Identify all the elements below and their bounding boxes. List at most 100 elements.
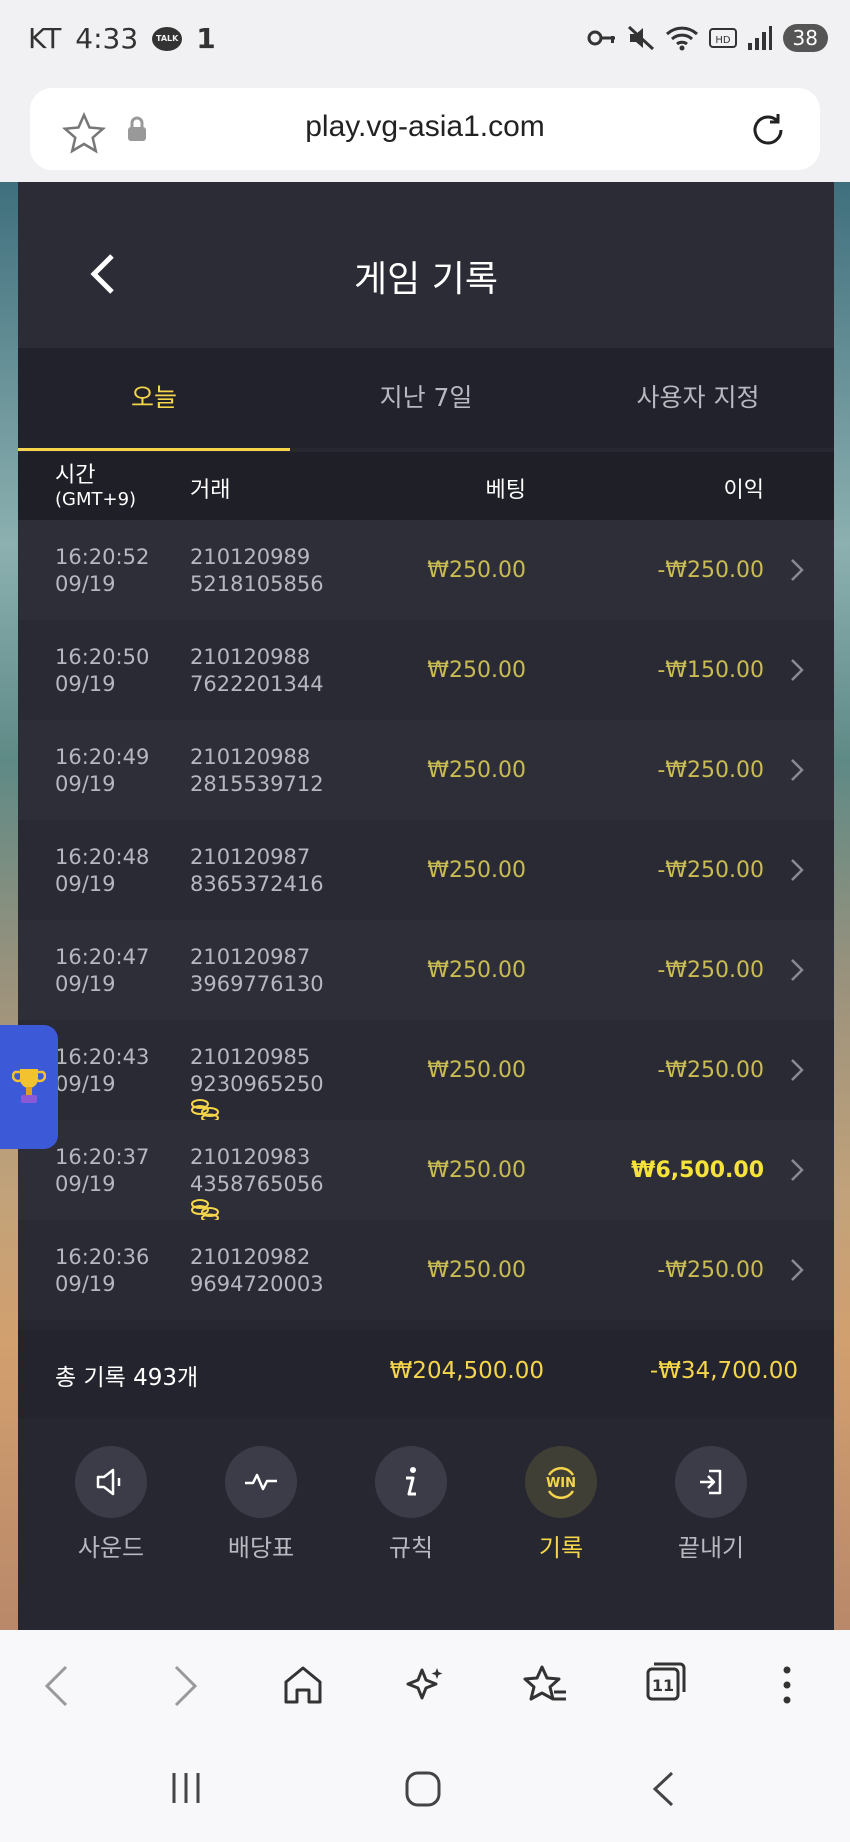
info-icon [375, 1446, 447, 1518]
row-bet: ₩250.00 [427, 1058, 526, 1083]
chevron-right-icon[interactable] [790, 958, 804, 982]
pulse-icon [225, 1446, 297, 1518]
row-time-value: 16:20:52 [55, 545, 150, 569]
row-profit: -₩250.00 [657, 858, 764, 883]
row-time: 16:20:49 09/19 [55, 744, 149, 798]
table-row[interactable]: 16:20:48 09/19 210120987 8365372416 ₩250.00 -… [18, 820, 834, 920]
system-back-icon[interactable] [650, 1770, 676, 1808]
row-txn-line1: 210120983 [190, 1145, 311, 1169]
history-button[interactable]: WIN 기록 [486, 1446, 636, 1563]
row-txn-line2: 9230965250 [190, 1072, 324, 1096]
forward-nav-icon[interactable] [170, 1664, 200, 1708]
browser-toolbar: play.vg-asia1.com [0, 78, 850, 182]
history-table: 16:20:52 09/19 210120989 5218105856 ₩250.00 -… [18, 520, 834, 1320]
chevron-right-icon[interactable] [790, 1258, 804, 1282]
chevron-right-icon[interactable] [790, 858, 804, 882]
table-row[interactable]: 16:20:43 09/19 210120985 9230965250 ₩250.00 -… [18, 1020, 834, 1122]
page-title: 게임 기록 [354, 259, 498, 300]
table-row[interactable]: 16:20:36 09/19 210120982 9694720003 ₩250.00 -… [18, 1220, 834, 1320]
clock: 4:33 [75, 22, 139, 55]
address-bar[interactable]: play.vg-asia1.com [30, 88, 820, 170]
row-time: 16:20:47 09/19 [55, 944, 149, 998]
tabs-button[interactable]: 11 [645, 1660, 687, 1702]
row-profit: -₩150.00 [657, 658, 764, 683]
exit-label: 끝내기 [677, 1534, 745, 1562]
row-txn-line2: 2815539712 [190, 772, 324, 796]
table-header: 시간 (GMT+9) 거래 베팅 이익 [18, 452, 834, 520]
row-date: 09/19 [55, 872, 116, 896]
row-txn-line1: 210120989 [190, 545, 311, 569]
row-date: 09/19 [55, 1172, 116, 1196]
exit-button[interactable]: 끝내기 [636, 1446, 786, 1563]
row-profit: -₩250.00 [657, 558, 764, 583]
sparkle-icon[interactable] [404, 1664, 446, 1706]
trophy-tab[interactable] [0, 1025, 58, 1149]
paytable-label: 배당표 [227, 1534, 295, 1562]
system-nav-bar [0, 1740, 850, 1842]
table-row[interactable]: 16:20:50 09/19 210120988 7622201344 ₩250.00 -… [18, 620, 834, 720]
row-time: 16:20:52 09/19 [55, 544, 149, 598]
tab-last-7-days[interactable]: 지난 7일 [290, 348, 562, 448]
row-profit: -₩250.00 [657, 1258, 764, 1283]
row-txn-line1: 210120988 [190, 745, 311, 769]
row-date: 09/19 [55, 772, 116, 796]
total-records: 총 기록 493개 [55, 1365, 199, 1391]
row-transaction: 210120988 7622201344 [190, 644, 324, 698]
exit-icon [675, 1446, 747, 1518]
row-date: 09/19 [55, 572, 116, 596]
chevron-right-icon[interactable] [790, 758, 804, 782]
tab-today[interactable]: 오늘 [18, 348, 290, 448]
recent-apps-icon[interactable] [168, 1770, 204, 1806]
row-transaction: 210120988 2815539712 [190, 744, 324, 798]
table-row[interactable]: 16:20:47 09/19 210120987 3969776130 ₩250.00 -… [18, 920, 834, 1020]
more-menu-icon[interactable] [780, 1664, 794, 1706]
table-row[interactable]: 16:20:37 09/19 210120983 4358765056 ₩250.00 ₩… [18, 1120, 834, 1222]
coins-icon [191, 1199, 219, 1222]
chevron-right-icon[interactable] [790, 558, 804, 582]
notification-count: 1 [196, 22, 216, 55]
column-profit: 이익 [723, 478, 764, 503]
hd-icon: HD [708, 28, 737, 48]
row-date: 09/19 [55, 1272, 116, 1296]
paytable-button[interactable]: 배당표 [186, 1446, 336, 1563]
row-time-value: 16:20:47 [55, 945, 150, 969]
row-profit: -₩250.00 [657, 1058, 764, 1083]
history-label: 기록 [538, 1534, 584, 1562]
column-timezone: (GMT+9) [55, 489, 137, 510]
url-text[interactable]: play.vg-asia1.com [30, 110, 820, 144]
row-txn-line1: 210120988 [190, 645, 311, 669]
column-time: 시간 (GMT+9) [55, 464, 136, 512]
status-bar: KT 4:33 TALK 1 HD 38 [0, 0, 850, 78]
row-transaction: 210120982 9694720003 [190, 1244, 324, 1298]
row-bet: ₩250.00 [427, 958, 526, 983]
carrier: KT [28, 22, 62, 55]
row-date: 09/19 [55, 1072, 116, 1096]
row-time-value: 16:20:36 [55, 1245, 150, 1269]
wifi-icon [665, 26, 698, 51]
home-button-icon[interactable] [404, 1770, 442, 1808]
game-background: 게임 기록 오늘 지난 7일 사용자 지정 시간 (GMT+9) 거래 베팅 이… [0, 182, 850, 1630]
bookmarks-icon[interactable] [522, 1664, 568, 1706]
rules-button[interactable]: 규칙 [336, 1446, 486, 1563]
total-bet: ₩204,500.00 [389, 1358, 544, 1384]
sound-button[interactable]: 사운드 [36, 1446, 186, 1563]
tab-custom[interactable]: 사용자 지정 [562, 348, 834, 448]
chevron-right-icon[interactable] [790, 1058, 804, 1082]
home-icon[interactable] [282, 1664, 324, 1706]
row-txn-line2: 8365372416 [190, 872, 324, 896]
reload-icon[interactable] [748, 110, 788, 150]
row-transaction: 210120985 9230965250 [190, 1044, 324, 1098]
row-transaction: 210120983 4358765056 [190, 1144, 324, 1198]
chevron-right-icon[interactable] [790, 1158, 804, 1182]
row-date: 09/19 [55, 972, 116, 996]
table-row[interactable]: 16:20:49 09/19 210120988 2815539712 ₩250.00 -… [18, 720, 834, 820]
column-bet: 베팅 [485, 478, 526, 503]
row-time-value: 16:20:43 [55, 1045, 150, 1069]
active-tab-indicator [18, 448, 290, 451]
win-icon: WIN [525, 1446, 597, 1518]
chevron-right-icon[interactable] [790, 658, 804, 682]
row-txn-line2: 7622201344 [190, 672, 324, 696]
table-row[interactable]: 16:20:52 09/19 210120989 5218105856 ₩250.00 -… [18, 520, 834, 620]
row-profit: -₩250.00 [657, 958, 764, 983]
back-nav-icon[interactable] [42, 1664, 72, 1708]
